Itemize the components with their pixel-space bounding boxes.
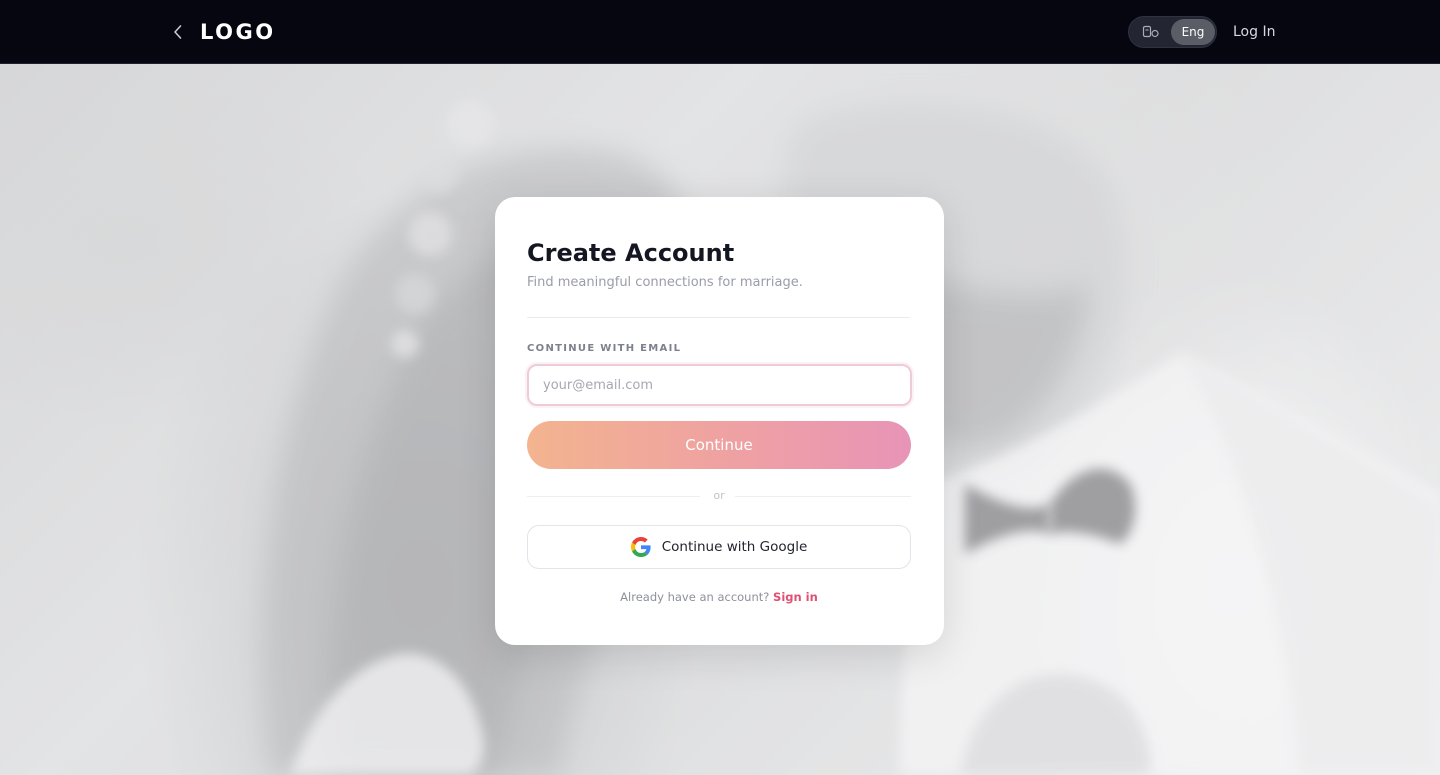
email-field[interactable]	[527, 364, 912, 406]
divider-line-right	[735, 496, 911, 497]
top-navigation-bar: LOGO Eng Log In	[0, 0, 1440, 64]
divider	[527, 317, 910, 318]
page-subtitle: Find meaningful connections for marriage…	[527, 275, 803, 290]
google-icon	[630, 537, 651, 557]
signin-link[interactable]: Sign in	[773, 590, 818, 604]
language-icon	[1142, 25, 1159, 38]
continue-button[interactable]: Continue	[527, 421, 911, 469]
signin-prompt-text: Already have an account?	[620, 590, 774, 604]
chevron-left-icon	[174, 25, 182, 39]
create-account-card: Create Account Find meaningful connectio…	[495, 197, 944, 645]
divider-line-left	[527, 496, 700, 497]
language-switch-option[interactable]	[1139, 23, 1163, 41]
login-link[interactable]: Log In	[1233, 22, 1275, 42]
logo[interactable]: LOGO	[200, 17, 276, 47]
signin-prompt-row: Already have an account? Sign in	[527, 589, 911, 605]
or-divider: or	[527, 489, 911, 503]
continue-with-google-button[interactable]: Continue with Google	[527, 525, 911, 569]
language-option-english[interactable]: Eng	[1171, 19, 1215, 45]
page-title: Create Account	[527, 239, 735, 267]
email-field-label: CONTINUE WITH EMAIL	[527, 343, 682, 354]
or-label: or	[713, 489, 725, 502]
google-button-label: Continue with Google	[661, 539, 808, 555]
language-toggle[interactable]: Eng	[1128, 16, 1217, 48]
back-button[interactable]	[168, 20, 188, 44]
